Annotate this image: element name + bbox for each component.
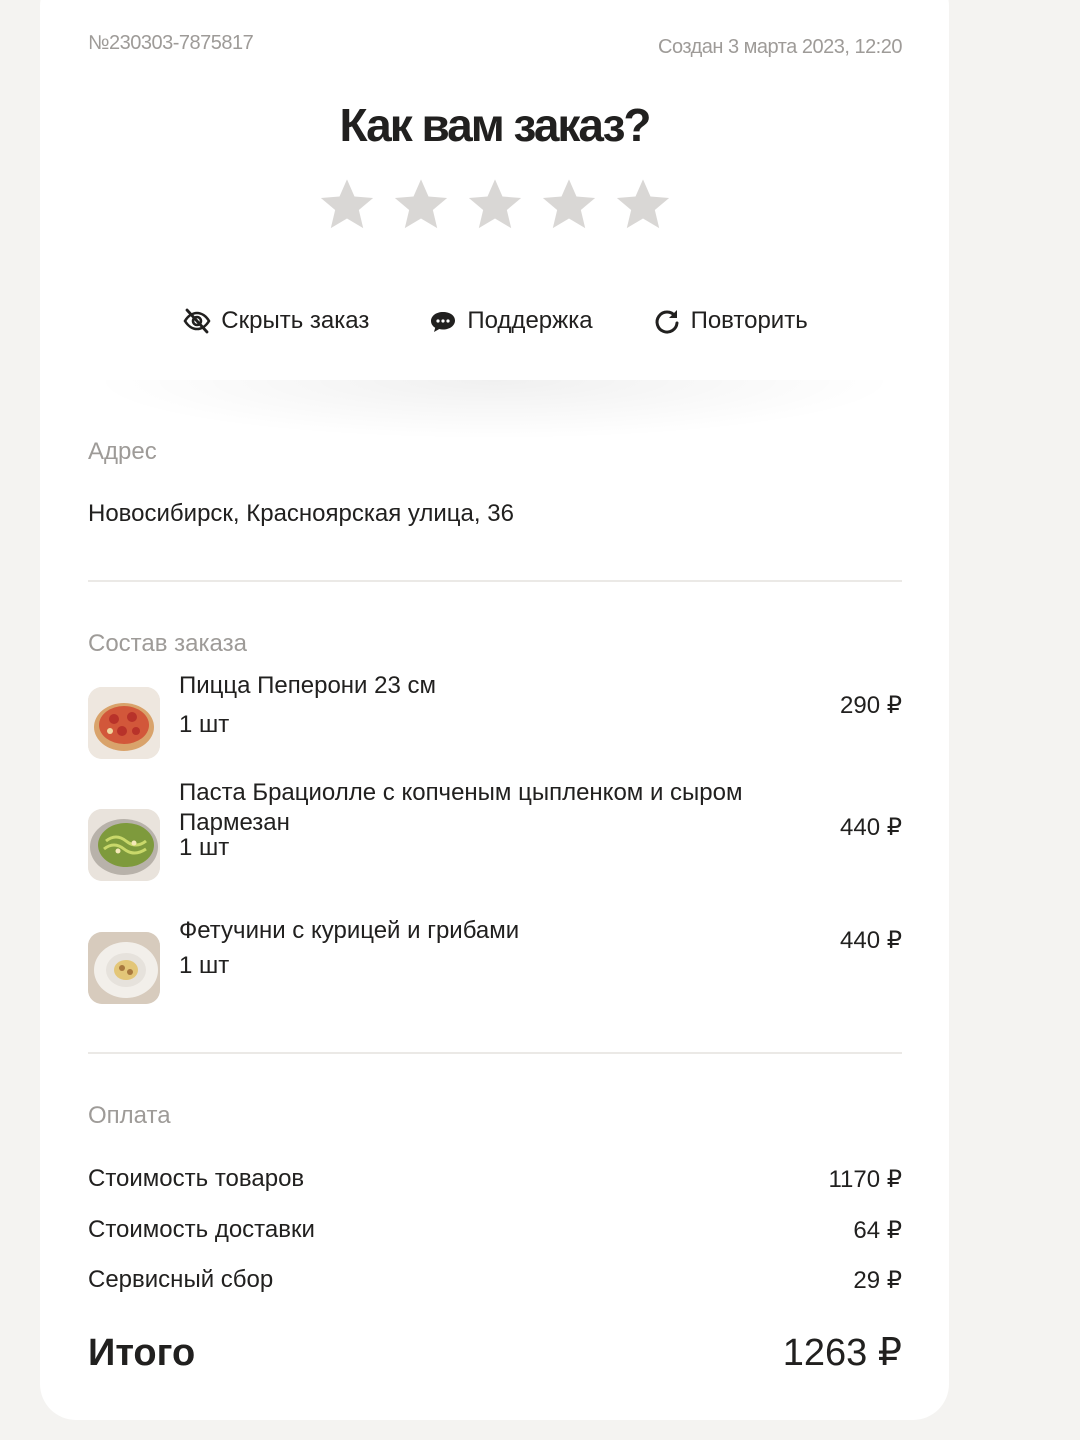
order-created-date: Создан 3 марта 2023, 12:20 [658, 36, 902, 58]
order-item[interactable]: Паста Брациолле с копченым цыпленком и с… [88, 779, 902, 909]
payment-row-goods: Стоимость товаров 1170 ₽ [88, 1165, 902, 1194]
total-label: Итого [88, 1332, 196, 1374]
payment-row-label: Стоимость доставки [88, 1216, 315, 1243]
payment-row-value: 1170 ₽ [828, 1166, 902, 1193]
star-3-icon[interactable] [466, 175, 524, 233]
payment-row-label: Сервисный сбор [88, 1266, 274, 1293]
item-price: 440 ₽ [840, 814, 902, 841]
hide-order-label: Скрыть заказ [221, 307, 370, 334]
item-name: Паста Брациолле с копченым цыпленком и с… [179, 779, 743, 836]
order-item[interactable]: Пицца Пеперони 23 см 1 шт 290 ₽ [88, 672, 902, 767]
star-4-icon[interactable] [540, 175, 598, 233]
hide-order-button[interactable]: Скрыть заказ [181, 305, 369, 337]
order-actions: Скрыть заказ Поддержка Повторить [40, 305, 949, 337]
payment-row-value: 29 ₽ [853, 1267, 902, 1294]
repeat-order-button[interactable]: Повторить [651, 305, 808, 337]
rating-title: Как вам заказ? [339, 99, 651, 151]
payment-row-service-fee: Сервисный сбор 29 ₽ [88, 1266, 902, 1295]
pasta-image [88, 809, 160, 881]
support-label: Поддержка [467, 307, 593, 334]
star-1-icon[interactable] [318, 175, 376, 233]
chat-bubble-icon [427, 305, 459, 337]
composition-label: Состав заказа [88, 630, 247, 657]
star-2-icon[interactable] [392, 175, 450, 233]
order-item[interactable]: Фетучини с курицей и грибами 1 шт 440 ₽ [88, 917, 902, 1012]
order-number: №230303-7875817 [88, 32, 254, 54]
divider [88, 1052, 902, 1054]
item-quantity: 1 шт [179, 834, 230, 861]
payment-row-delivery: Стоимость доставки 64 ₽ [88, 1216, 902, 1245]
item-price: 440 ₽ [840, 927, 902, 954]
item-quantity: 1 шт [179, 711, 230, 738]
fettuccine-image [88, 932, 160, 1004]
refresh-icon [651, 305, 683, 337]
payment-label: Оплата [88, 1102, 171, 1129]
item-price: 290 ₽ [840, 692, 902, 719]
address-value: Новосибирск, Красноярская улица, 36 [88, 500, 514, 527]
star-5-icon[interactable] [614, 175, 672, 233]
total-row: Итого 1263 ₽ [88, 1330, 902, 1375]
support-button[interactable]: Поддержка [427, 305, 593, 337]
divider [88, 580, 902, 582]
eye-off-icon [181, 305, 213, 337]
item-name: Фетучини с курицей и грибами [179, 917, 520, 944]
payment-row-label: Стоимость товаров [88, 1165, 305, 1192]
item-quantity: 1 шт [179, 952, 230, 979]
order-card: №230303-7875817 Создан 3 марта 2023, 12:… [40, 0, 949, 1420]
repeat-label: Повторить [690, 307, 808, 334]
section-shadow [88, 380, 901, 440]
rating-stars [40, 175, 949, 233]
address-label: Адрес [88, 438, 157, 465]
payment-row-value: 64 ₽ [853, 1217, 902, 1244]
pizza-image [88, 687, 160, 759]
item-name: Пицца Пеперони 23 см [179, 672, 436, 699]
total-value: 1263 ₽ [782, 1332, 902, 1374]
